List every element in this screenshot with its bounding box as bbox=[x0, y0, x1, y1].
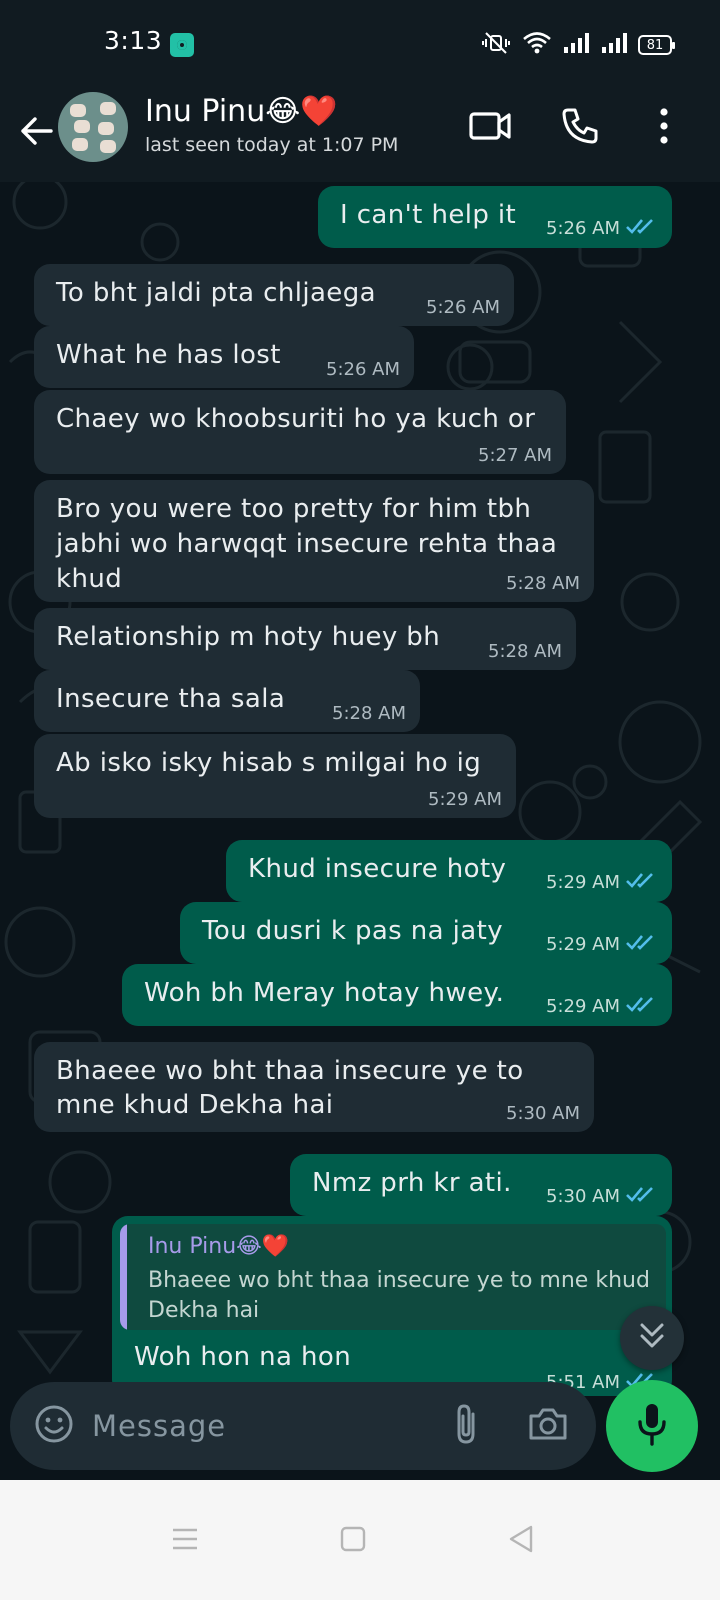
message-text: Ab isko isky hisab s milgai ho ig bbox=[56, 748, 482, 778]
wifi-icon bbox=[522, 31, 552, 59]
scroll-to-bottom-button[interactable] bbox=[620, 1306, 684, 1370]
message-meta: 5:26 AM bbox=[546, 217, 658, 240]
camera-icon bbox=[527, 1406, 569, 1446]
emoji-icon bbox=[34, 1404, 74, 1448]
message-time: 5:28 AM bbox=[332, 703, 406, 724]
message-meta: 5:27 AM bbox=[478, 445, 552, 466]
attach-button[interactable] bbox=[442, 1402, 490, 1450]
message-bubble-incoming[interactable]: Relationship m hoty huey bh 5:28 AM bbox=[34, 608, 576, 670]
double-chevron-down-icon bbox=[638, 1321, 666, 1355]
emoji-button[interactable] bbox=[30, 1402, 78, 1450]
triangle-back-icon bbox=[507, 1524, 535, 1558]
message-time: 5:30 AM bbox=[506, 1103, 580, 1124]
message-meta: 5:29 AM bbox=[546, 995, 658, 1018]
contact-name[interactable]: Inu Pinu😂❤️ bbox=[145, 94, 338, 129]
home-button[interactable] bbox=[318, 1506, 388, 1576]
message-text: Bro you were too pretty for him tbh jabh… bbox=[56, 494, 558, 594]
signal-icon bbox=[562, 31, 590, 59]
message-meta: 5:28 AM bbox=[506, 573, 580, 594]
status-bar: 3:13 81 bbox=[0, 0, 720, 88]
voice-message-button[interactable] bbox=[606, 1380, 698, 1472]
message-bubble-outgoing[interactable]: Tou dusri k pas na jaty 5:29 AM bbox=[180, 902, 672, 964]
back-arrow-icon bbox=[19, 116, 53, 150]
message-meta: 5:26 AM bbox=[326, 359, 400, 380]
message-time: 5:28 AM bbox=[488, 641, 562, 662]
message-time: 5:26 AM bbox=[326, 359, 400, 380]
mic-icon bbox=[636, 1402, 668, 1450]
voice-call-icon bbox=[560, 106, 600, 150]
message-bubble-incoming[interactable]: Chaey wo khoobsuriti ho ya kuch or 5:27 … bbox=[34, 390, 566, 474]
more-options-button[interactable] bbox=[636, 100, 692, 156]
back-nav-button[interactable] bbox=[486, 1506, 556, 1576]
message-meta: 5:26 AM bbox=[426, 297, 500, 318]
double-tick-read-icon bbox=[626, 995, 658, 1018]
message-meta: 5:29 AM bbox=[428, 789, 502, 810]
message-bubble-outgoing[interactable]: Woh bh Meray hotay hwey. 5:29 AM bbox=[122, 964, 672, 1026]
signal-icon bbox=[600, 31, 628, 59]
double-tick-read-icon bbox=[626, 933, 658, 956]
battery-icon: 81 bbox=[638, 35, 675, 55]
message-bubble-incoming[interactable]: Insecure tha sala 5:28 AM bbox=[34, 670, 420, 732]
message-meta: 5:28 AM bbox=[332, 703, 406, 724]
menu-icon bbox=[171, 1527, 199, 1555]
double-tick-read-icon bbox=[626, 1185, 658, 1208]
message-time: 5:29 AM bbox=[546, 996, 620, 1017]
message-meta: 5:30 AM bbox=[546, 1185, 658, 1208]
last-seen-status[interactable]: last seen today at 1:07 PM bbox=[145, 134, 398, 156]
double-tick-read-icon bbox=[626, 217, 658, 240]
message-meta: 5:30 AM bbox=[506, 1103, 580, 1124]
attach-icon bbox=[451, 1402, 481, 1450]
message-time: 5:29 AM bbox=[546, 934, 620, 955]
message-meta: 5:28 AM bbox=[488, 641, 562, 662]
mute-vibrate-icon bbox=[480, 30, 512, 60]
status-icons: 81 bbox=[480, 30, 675, 60]
camera-button[interactable] bbox=[524, 1402, 572, 1450]
message-bubble-incoming[interactable]: Bro you were too pretty for him tbh jabh… bbox=[34, 480, 594, 602]
message-text: Relationship m hoty huey bh bbox=[56, 622, 441, 652]
message-time: 5:28 AM bbox=[506, 573, 580, 594]
message-bubble-outgoing-reply[interactable]: Inu Pinu😂❤️ Bhaeee wo bht thaa insecure … bbox=[112, 1216, 672, 1396]
system-navigation-bar bbox=[0, 1480, 720, 1600]
chat-header: Inu Pinu😂❤️ last seen today at 1:07 PM bbox=[0, 88, 720, 182]
message-time: 5:29 AM bbox=[428, 789, 502, 810]
quote-accent-bar bbox=[120, 1224, 127, 1330]
avatar[interactable] bbox=[58, 92, 128, 162]
message-time: 5:26 AM bbox=[546, 218, 620, 239]
message-bubble-incoming[interactable]: Bhaeee wo bht thaa insecure ye to mne kh… bbox=[34, 1042, 594, 1132]
back-button[interactable] bbox=[14, 108, 58, 158]
message-bubble-outgoing[interactable]: Khud insecure hoty 5:29 AM bbox=[226, 840, 672, 902]
quoted-message[interactable]: Inu Pinu😂❤️ Bhaeee wo bht thaa insecure … bbox=[120, 1224, 666, 1330]
message-time: 5:26 AM bbox=[426, 297, 500, 318]
double-tick-read-icon bbox=[626, 871, 658, 894]
quoted-text: Bhaeee wo bht thaa insecure ye to mne kh… bbox=[148, 1268, 650, 1323]
recents-button[interactable] bbox=[150, 1506, 220, 1576]
message-composer bbox=[10, 1382, 596, 1470]
message-text: Woh hon na hon bbox=[134, 1342, 352, 1372]
video-call-icon bbox=[468, 109, 512, 147]
message-meta: 5:29 AM bbox=[546, 871, 658, 894]
square-icon bbox=[339, 1525, 367, 1557]
message-bubble-outgoing[interactable]: Nmz prh kr ati. 5:30 AM bbox=[290, 1154, 672, 1216]
voice-call-button[interactable] bbox=[552, 100, 608, 156]
message-bubble-incoming[interactable]: Ab isko isky hisab s milgai ho ig 5:29 A… bbox=[34, 734, 516, 818]
video-call-button[interactable] bbox=[462, 100, 518, 156]
message-input[interactable] bbox=[92, 1402, 432, 1450]
message-bubble-outgoing[interactable]: I can't help it 5:26 AM bbox=[318, 186, 672, 248]
more-vert-icon bbox=[658, 107, 670, 149]
chat-area[interactable]: I can't help it 5:26 AM To bht jaldi pta… bbox=[0, 182, 720, 1400]
message-text: Chaey wo khoobsuriti ho ya kuch or bbox=[56, 404, 536, 434]
message-time: 5:29 AM bbox=[546, 872, 620, 893]
message-time: 5:27 AM bbox=[478, 445, 552, 466]
message-text: Bhaeee wo bht thaa insecure ye to mne kh… bbox=[56, 1056, 524, 1120]
message-bubble-incoming[interactable]: To bht jaldi pta chljaega 5:26 AM bbox=[34, 264, 514, 326]
message-time: 5:30 AM bbox=[546, 1186, 620, 1207]
status-time: 3:13 bbox=[104, 26, 163, 55]
quoted-author: Inu Pinu😂❤️ bbox=[148, 1234, 290, 1259]
message-bubble-incoming[interactable]: What he has lost 5:26 AM bbox=[34, 326, 414, 388]
app-notification-icon bbox=[170, 33, 194, 57]
message-meta: 5:29 AM bbox=[546, 933, 658, 956]
